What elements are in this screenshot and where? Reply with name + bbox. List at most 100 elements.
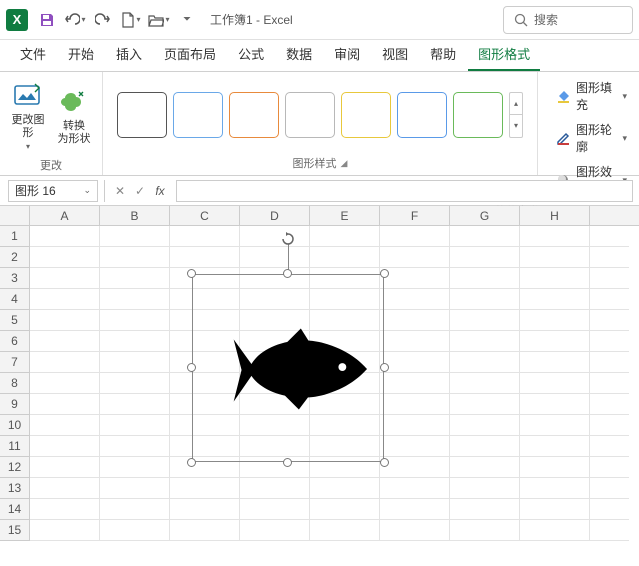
cell[interactable] [520,226,590,247]
cell[interactable] [310,520,380,541]
col-header[interactable]: B [100,206,170,225]
cell[interactable] [170,520,240,541]
cell[interactable] [240,520,310,541]
cell[interactable] [100,415,170,436]
open-file-button[interactable]: ▾ [146,7,172,33]
cell[interactable] [100,436,170,457]
cell[interactable] [590,310,629,331]
resize-handle-t[interactable] [283,269,292,278]
row-header[interactable]: 15 [0,520,30,541]
cell[interactable] [240,247,310,268]
cell[interactable] [310,247,380,268]
cell[interactable] [450,331,520,352]
resize-handle-bl[interactable] [187,458,196,467]
cell[interactable] [590,520,629,541]
name-box[interactable]: 图形 16 ⌄ [8,180,98,202]
cell[interactable] [380,373,450,394]
cell[interactable] [30,457,100,478]
resize-handle-tl[interactable] [187,269,196,278]
col-header[interactable]: D [240,206,310,225]
cell[interactable] [520,478,590,499]
cell[interactable] [520,310,590,331]
cell[interactable] [30,520,100,541]
cell[interactable] [170,478,240,499]
row-header[interactable]: 2 [0,247,30,268]
redo-button[interactable] [90,7,116,33]
style-swatch-4[interactable] [285,92,335,138]
cell[interactable] [380,499,450,520]
cell[interactable] [450,226,520,247]
formula-input[interactable] [176,180,633,202]
row-header[interactable]: 13 [0,478,30,499]
row-header[interactable]: 6 [0,331,30,352]
style-swatch-3[interactable] [229,92,279,138]
cell[interactable] [380,268,450,289]
row-header[interactable]: 14 [0,499,30,520]
col-header[interactable]: F [380,206,450,225]
cell[interactable] [100,352,170,373]
cell[interactable] [450,457,520,478]
tab-review[interactable]: 审阅 [324,38,370,71]
cell[interactable] [450,478,520,499]
cell[interactable] [380,331,450,352]
cell[interactable] [380,457,450,478]
cell[interactable] [30,499,100,520]
cell[interactable] [520,352,590,373]
cell[interactable] [30,268,100,289]
style-swatch-6[interactable] [397,92,447,138]
cell[interactable] [590,352,629,373]
cell[interactable] [380,247,450,268]
tab-page-layout[interactable]: 页面布局 [154,38,226,71]
cell[interactable] [100,247,170,268]
cell[interactable] [450,415,520,436]
tab-home[interactable]: 开始 [58,38,104,71]
cell[interactable] [380,436,450,457]
insert-function-button[interactable]: fx [150,180,170,202]
cell[interactable] [310,226,380,247]
cell[interactable] [520,457,590,478]
select-all-corner[interactable] [0,206,30,225]
cell[interactable] [240,499,310,520]
cell[interactable] [590,436,629,457]
cell[interactable] [590,394,629,415]
cancel-formula-button[interactable]: ✕ [110,180,130,202]
cell[interactable] [30,478,100,499]
cell[interactable] [590,247,629,268]
styles-dialog-launcher[interactable]: ◢ [341,158,348,169]
cell[interactable] [520,520,590,541]
row-header[interactable]: 3 [0,268,30,289]
cell[interactable] [380,226,450,247]
tab-file[interactable]: 文件 [10,38,56,71]
cell[interactable] [520,436,590,457]
cell[interactable] [450,289,520,310]
cell[interactable] [30,415,100,436]
convert-to-shape-button[interactable]: 转换 为形状 [52,82,96,150]
cell[interactable] [30,373,100,394]
tab-insert[interactable]: 插入 [106,38,152,71]
cell[interactable] [450,247,520,268]
cell[interactable] [100,478,170,499]
cell[interactable] [100,268,170,289]
row-header[interactable]: 1 [0,226,30,247]
cell[interactable] [590,499,629,520]
row-header[interactable]: 11 [0,436,30,457]
cell[interactable] [450,394,520,415]
selected-shape[interactable] [192,274,384,462]
cell[interactable] [30,247,100,268]
cell[interactable] [170,226,240,247]
col-header[interactable] [590,206,629,225]
col-header[interactable]: A [30,206,100,225]
new-file-button[interactable]: ▾ [118,7,144,33]
cell[interactable] [30,394,100,415]
undo-button[interactable]: ▾ [62,7,88,33]
row-header[interactable]: 8 [0,373,30,394]
row-header[interactable]: 9 [0,394,30,415]
cell[interactable] [450,499,520,520]
cell[interactable] [240,478,310,499]
cell[interactable] [310,478,380,499]
search-box[interactable]: 搜索 [503,6,633,34]
style-swatch-2[interactable] [173,92,223,138]
col-header[interactable]: H [520,206,590,225]
cell[interactable] [380,520,450,541]
col-header[interactable]: C [170,206,240,225]
